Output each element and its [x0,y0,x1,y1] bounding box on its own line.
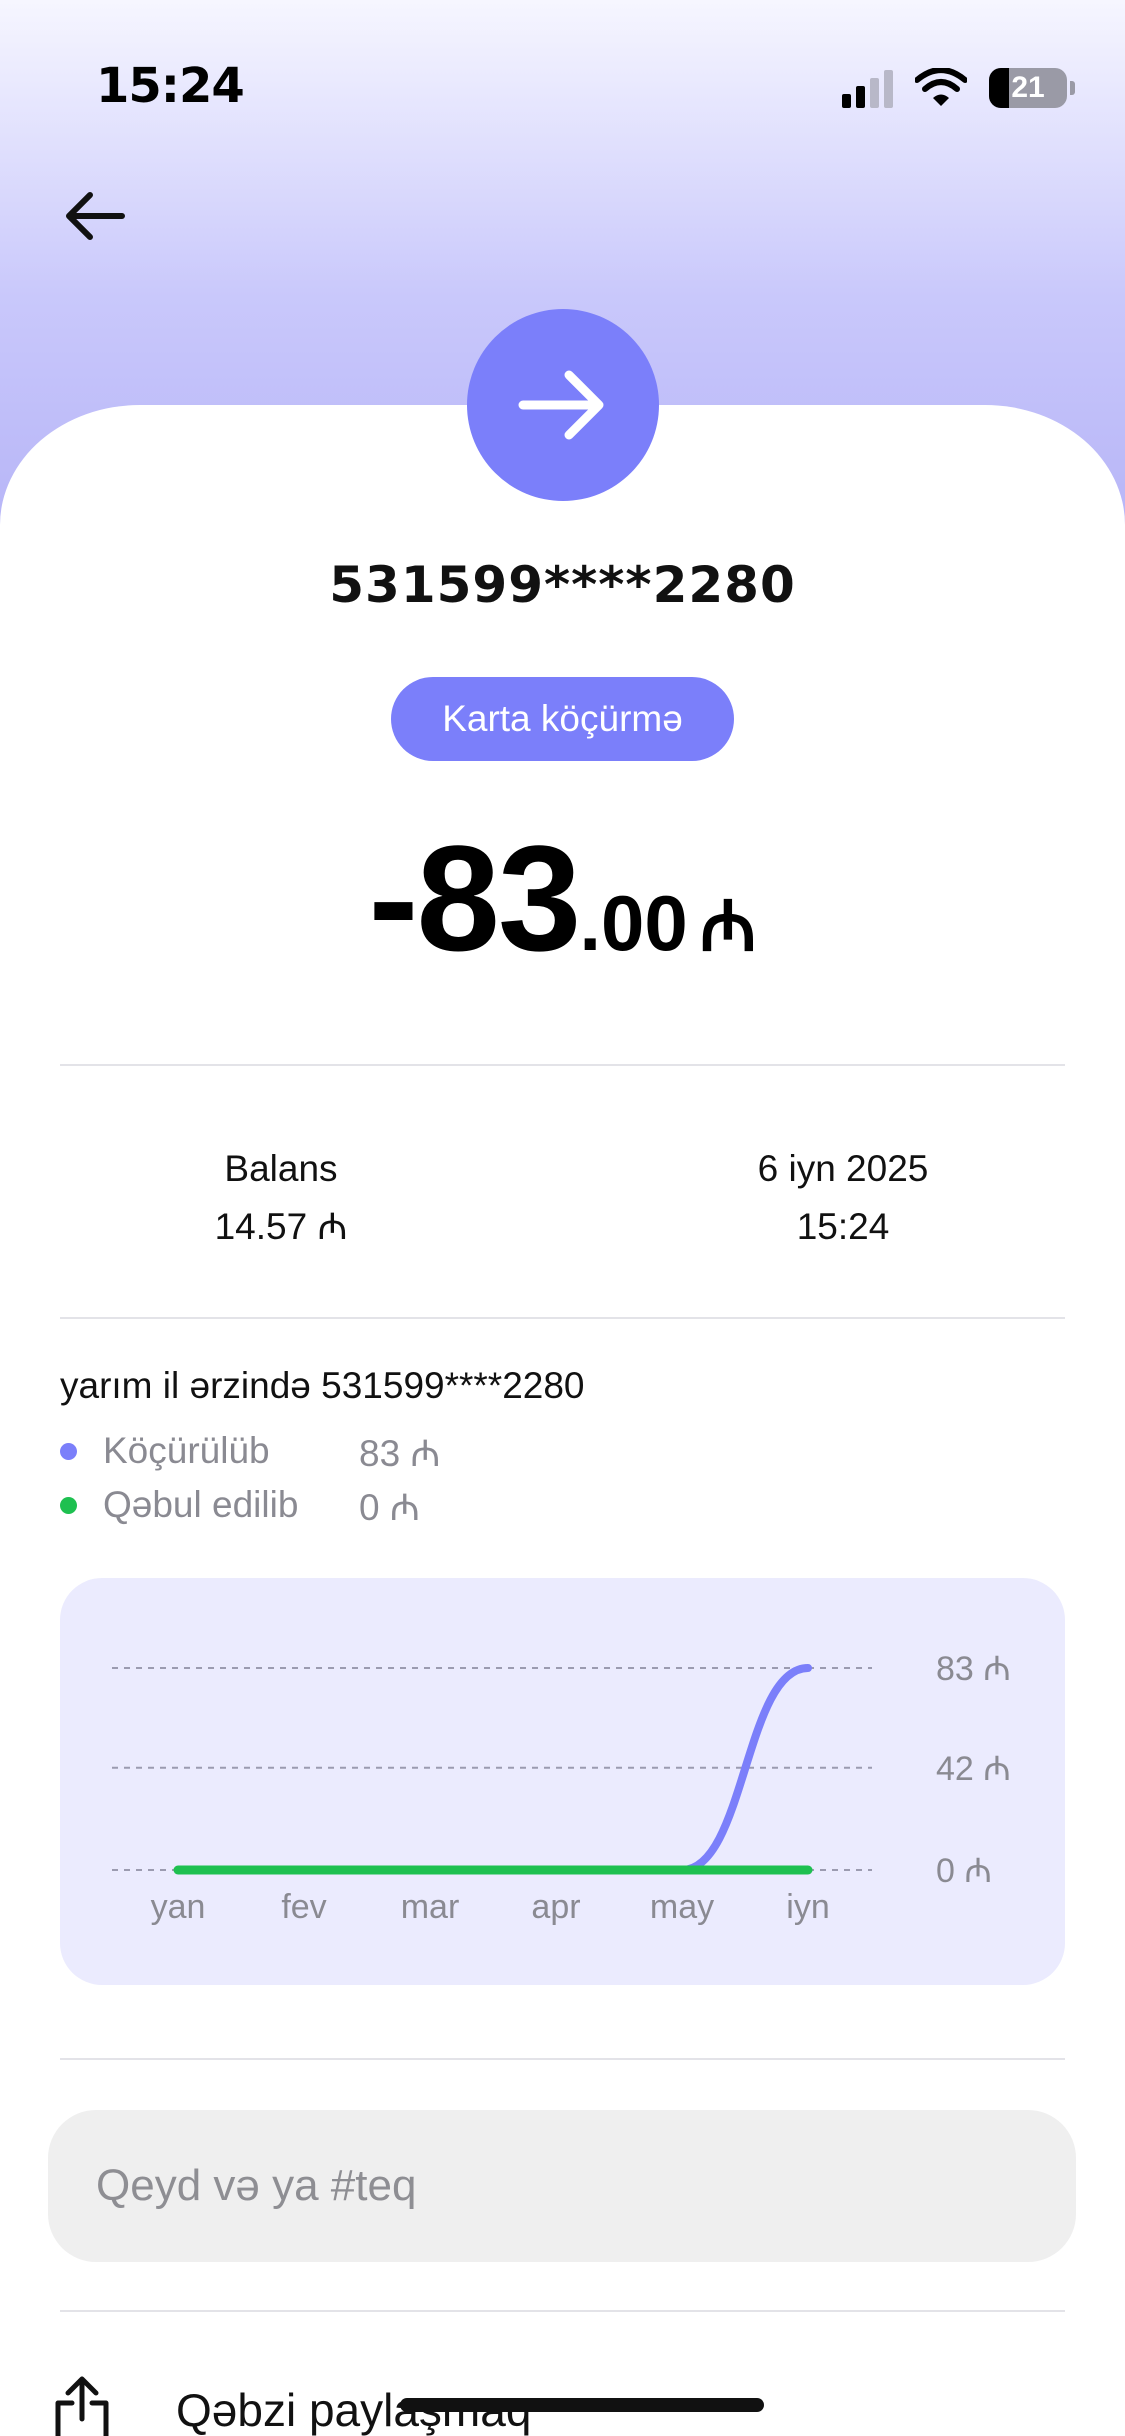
status-time: 15:24 [96,58,245,114]
battery-level: 21 [1011,71,1045,104]
legend-value: 83 ₼ [359,1432,441,1474]
amount-integer: -83 [368,814,582,982]
legend-label: Köçürülüb [103,1430,270,1471]
share-icon [55,2376,109,2436]
status-icons: 21 [842,64,1075,112]
divider [60,2310,1065,2312]
cellular-signal-icon [842,68,893,108]
arrow-right-icon [518,370,604,440]
chart-x-tick-label: mar [401,1888,460,1926]
balance-block: Balans 14.57 ₼ [81,1140,481,1256]
chart-x-tick-label: apr [531,1888,580,1926]
legend-item-sent: Köçürülüb 83 ₼ [60,1426,440,1476]
chart-y-tick-label: 83 ₼ [936,1650,1011,1688]
arrow-left-icon [66,192,125,240]
chart-x-tick-label: may [650,1888,714,1926]
divider [60,1064,1065,1066]
legend-value: 0 ₼ [359,1486,420,1528]
transaction-type-badge: Karta köçürmə [391,677,734,761]
transaction-date: 6 iyn 2025 [757,1148,929,1189]
chart-x-tick-label: yan [151,1888,206,1926]
chart-y-tick-label: 0 ₼ [936,1852,992,1890]
legend-label: Qəbul edilib [103,1484,299,1525]
monthly-chart: 83 ₼ 42 ₼ 0 ₼ yan fev mar apr may iyn [60,1578,1065,1985]
chart-svg: 83 ₼ 42 ₼ 0 ₼ yan fev mar apr may iyn [112,1650,1011,1926]
amount-decimal: .00 [579,879,688,967]
divider [60,2058,1065,2060]
balance-value: 14.57 ₼ [214,1206,348,1247]
transaction-amount: -83.00 ₼ [0,812,1125,985]
wifi-icon [915,68,967,106]
battery-icon: 21 [989,68,1075,108]
chart-series-sent-line [174,1664,812,1874]
chart-y-tick-label: 42 ₼ [936,1750,1011,1788]
legend-item-received: Qəbul edilib 0 ₼ [60,1480,420,1530]
note-input[interactable] [48,2110,1076,2262]
legend-dot [60,1496,77,1514]
chart-x-tick-label: iyn [786,1888,829,1926]
divider [60,1317,1065,1319]
transfer-type-icon [467,309,659,501]
transaction-time: 15:24 [796,1206,890,1247]
legend-dot [60,1442,77,1460]
date-block: 6 iyn 2025 15:24 [643,1140,1043,1256]
chart-x-tick-label: fev [281,1888,326,1926]
card-number: 531599****2280 [329,556,796,614]
back-button[interactable] [60,180,132,252]
amount-currency: ₼ [699,887,757,965]
summary-title: yarım il ərzində 531599****2280 [60,1365,585,1406]
home-indicator [400,2398,764,2412]
balance-label: Balans [224,1148,338,1189]
